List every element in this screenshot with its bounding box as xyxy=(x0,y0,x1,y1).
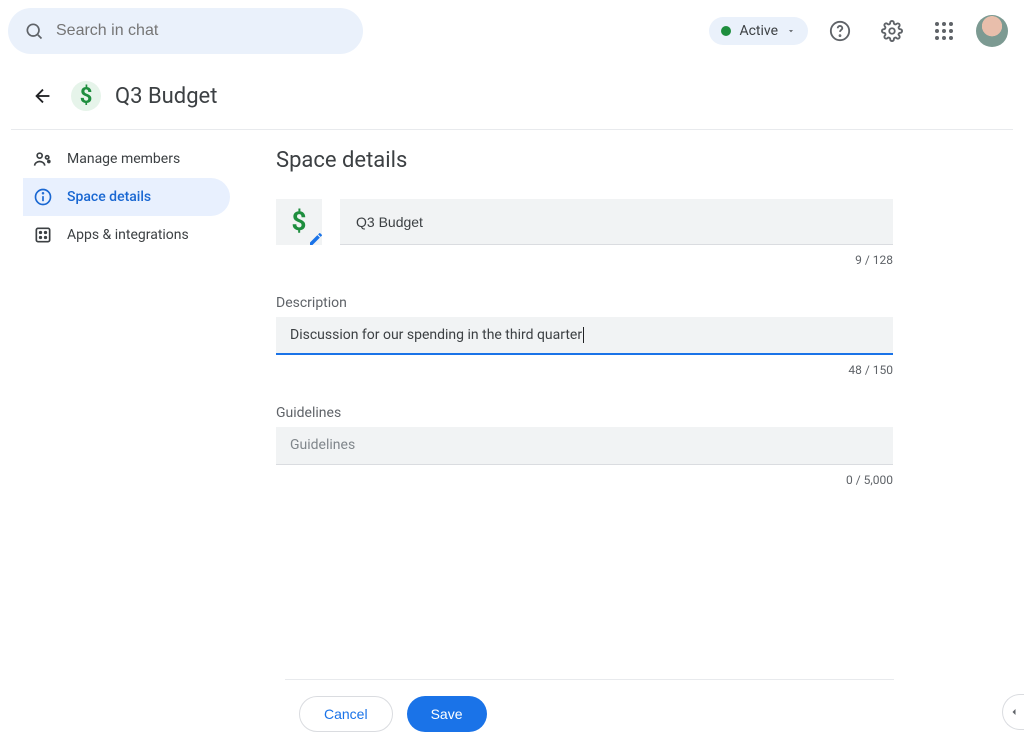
members-icon xyxy=(33,149,53,169)
text-caret-icon xyxy=(583,327,584,343)
search-container[interactable] xyxy=(8,8,363,54)
account-avatar[interactable] xyxy=(976,15,1008,47)
cancel-button[interactable]: Cancel xyxy=(299,696,393,732)
status-label: Active xyxy=(739,23,778,39)
settings-button[interactable] xyxy=(872,11,912,51)
space-name-input[interactable] xyxy=(356,214,877,230)
sidebar-item-space-details[interactable]: Space details xyxy=(23,178,230,216)
sidebar-item-label: Manage members xyxy=(67,151,180,167)
sidebar-item-manage-members[interactable]: Manage members xyxy=(23,140,230,178)
apps-button[interactable] xyxy=(924,11,964,51)
apps-grid-icon xyxy=(935,22,953,40)
back-button[interactable] xyxy=(29,82,57,110)
sidebar-item-label: Space details xyxy=(67,189,151,205)
side-panel-toggle[interactable] xyxy=(1002,694,1024,730)
status-chip[interactable]: Active xyxy=(709,17,808,45)
footer-actions: Cancel Save xyxy=(285,679,894,732)
space-name: Q3 Budget xyxy=(115,84,217,109)
space-avatar-icon: $ xyxy=(71,81,101,111)
space-icon-picker[interactable]: $ xyxy=(276,199,322,245)
status-dot-icon xyxy=(721,26,731,36)
sidebar-item-label: Apps & integrations xyxy=(67,227,189,243)
settings-sidebar: Manage members Space details Apps & inte… xyxy=(11,130,236,487)
guidelines-placeholder: Guidelines xyxy=(290,437,355,453)
chevron-down-icon xyxy=(786,26,796,36)
top-bar: Active xyxy=(0,0,1024,62)
dollar-icon: $ xyxy=(292,207,307,237)
help-button[interactable] xyxy=(820,11,860,51)
description-label: Description xyxy=(276,295,893,311)
description-field[interactable]: Discussion for our spending in the third… xyxy=(276,317,893,355)
apps-integrations-icon xyxy=(33,225,53,245)
main-panel: Space details $ 9 / 128 Description Disc… xyxy=(236,130,1013,487)
name-counter: 9 / 128 xyxy=(276,253,893,267)
search-icon xyxy=(24,21,44,41)
description-value: Discussion for our spending in the third… xyxy=(290,327,582,343)
guidelines-field[interactable]: Guidelines xyxy=(276,427,893,465)
sidebar-item-apps-integrations[interactable]: Apps & integrations xyxy=(23,216,230,254)
help-icon xyxy=(829,20,851,42)
info-icon xyxy=(33,187,53,207)
arrow-left-icon xyxy=(32,85,54,107)
space-header: $ Q3 Budget xyxy=(11,67,1013,130)
space-name-field[interactable] xyxy=(340,199,893,245)
chevron-left-icon xyxy=(1008,706,1020,718)
search-input[interactable] xyxy=(56,22,347,40)
main-card: $ Q3 Budget Manage members Space details xyxy=(10,66,1014,488)
description-counter: 48 / 150 xyxy=(276,363,893,377)
guidelines-counter: 0 / 5,000 xyxy=(276,473,893,487)
edit-pencil-icon xyxy=(308,231,324,247)
guidelines-label: Guidelines xyxy=(276,405,893,421)
page-title: Space details xyxy=(276,148,893,173)
gear-icon xyxy=(881,20,903,42)
save-button[interactable]: Save xyxy=(407,696,487,732)
